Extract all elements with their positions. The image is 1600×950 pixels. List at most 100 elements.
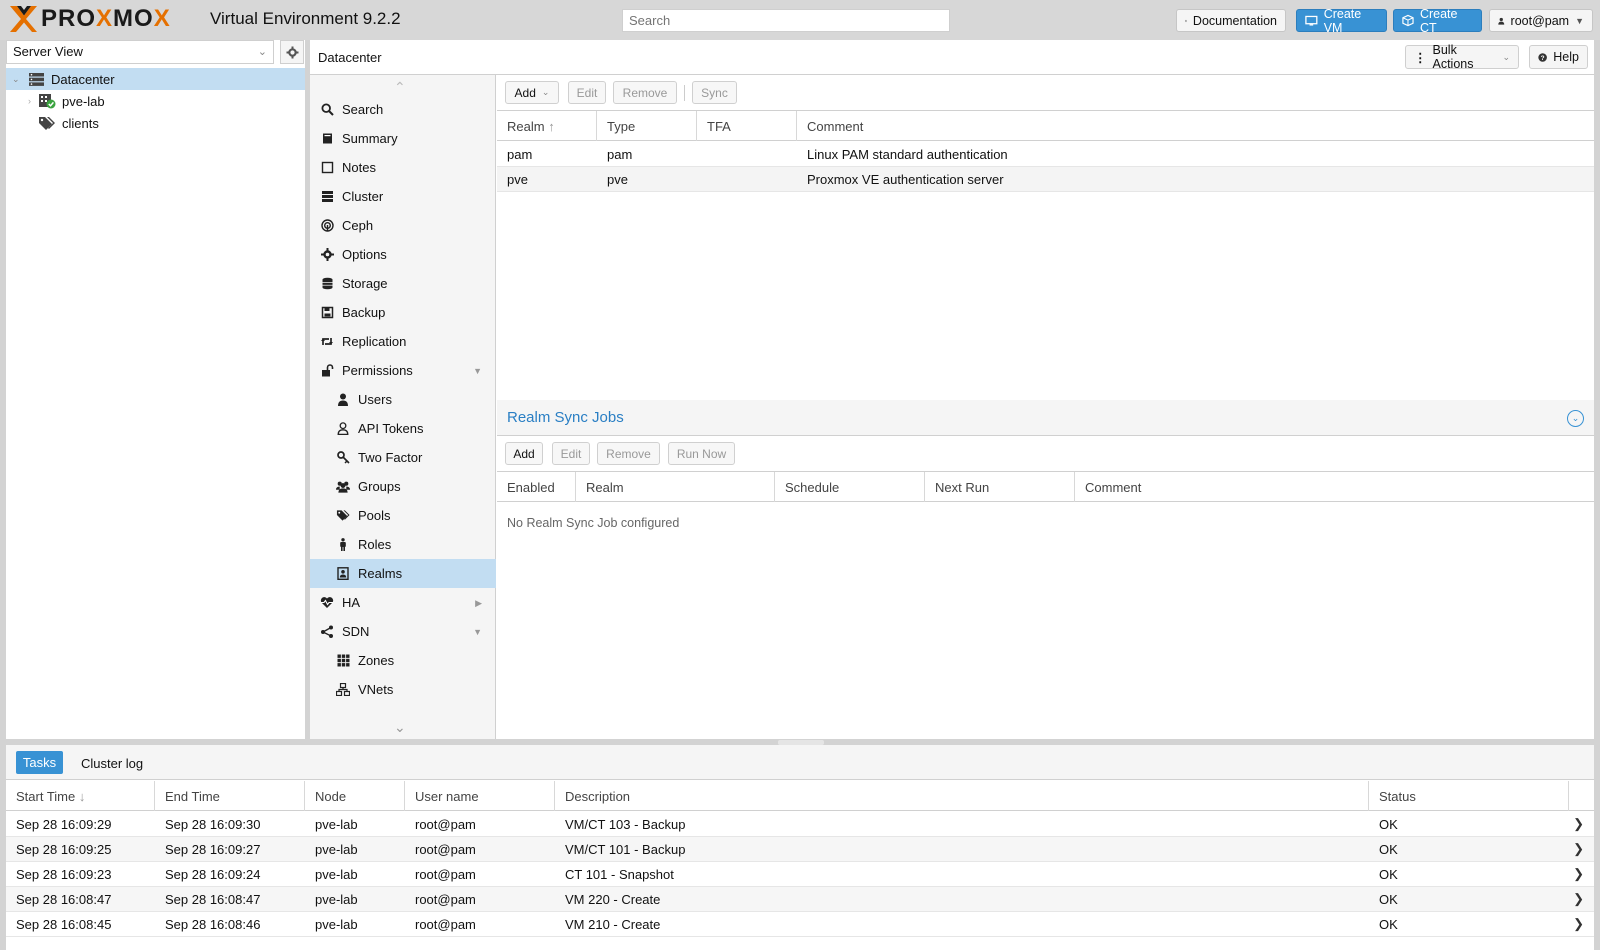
heartbeat-icon (320, 596, 334, 610)
caret-right-icon[interactable]: ▶ (475, 598, 482, 609)
tree-node-clients[interactable]: clients (6, 112, 305, 134)
tab-cluster-log[interactable]: Cluster log (81, 756, 143, 771)
question-circle-icon: ? (1538, 52, 1547, 61)
menu-item-ceph[interactable]: Ceph (310, 211, 496, 240)
chevron-right-icon[interactable]: ❯ (1573, 866, 1584, 882)
cell-start-time: Sep 28 16:08:47 (16, 891, 112, 907)
table-row[interactable]: pve pve Proxmox VE authentication server (497, 167, 1594, 192)
realm-sync-label: Sync (701, 85, 728, 100)
realm-sync-button[interactable]: Sync (692, 81, 737, 104)
view-settings-button[interactable] (280, 40, 304, 64)
menu-item-zones[interactable]: Zones (310, 646, 496, 675)
sync-job-run-now-button[interactable]: Run Now (668, 442, 735, 465)
menu-item-roles[interactable]: Roles (310, 530, 496, 559)
table-row[interactable]: pam pam Linux PAM standard authenticatio… (497, 142, 1594, 167)
user-menu-button[interactable]: root@pam ▼ (1489, 9, 1593, 32)
menu-item-notes[interactable]: Notes (310, 153, 496, 182)
chevron-right-icon[interactable]: ❯ (1573, 816, 1584, 832)
column-header-enabled[interactable]: Enabled (497, 472, 576, 502)
server-icon (320, 190, 334, 204)
menu-item-label: VNets (358, 682, 394, 697)
column-header-user-name[interactable]: User name (405, 781, 555, 811)
column-header-description[interactable]: Description (555, 781, 1369, 811)
column-header-tfa[interactable]: TFA (697, 111, 797, 141)
chevron-right-icon[interactable]: ❯ (1573, 916, 1584, 932)
expand-toggle-icon[interactable]: ⌄ (12, 74, 22, 85)
tasks-tabbar: Tasks Cluster log (6, 745, 1594, 780)
menu-item-backup[interactable]: Backup (310, 298, 496, 327)
sync-job-add-button[interactable]: Add (505, 442, 543, 465)
menu-item-two-factor[interactable]: Two Factor (310, 443, 496, 472)
realm-add-label: Add (514, 85, 536, 100)
menu-item-users[interactable]: Users (310, 385, 496, 414)
menu-item-sdn[interactable]: SDN ▼ (310, 617, 496, 646)
create-vm-button[interactable]: Create VM (1296, 7, 1387, 35)
view-selector[interactable]: Server View ⌄ (6, 40, 274, 64)
menu-item-realms[interactable]: Realms (310, 559, 496, 588)
tree-node-label: pve-lab (62, 93, 105, 109)
global-search-input[interactable] (622, 9, 950, 32)
cell-start-time: Sep 28 16:09:29 (16, 816, 112, 832)
realm-remove-label: Remove (622, 85, 668, 100)
realm-remove-button[interactable]: Remove (613, 81, 677, 104)
tree-node-pve-lab[interactable]: › pve-lab (6, 90, 305, 112)
column-header-realm[interactable]: Realm ↑ (497, 111, 597, 141)
cell-node: pve-lab (315, 841, 358, 857)
realm-sync-jobs-header: Realm Sync Jobs ⌄ (497, 400, 1594, 436)
menu-item-replication[interactable]: Replication (310, 327, 496, 356)
table-row[interactable]: Sep 28 16:09:29 Sep 28 16:09:30 pve-lab roo… (6, 812, 1594, 837)
menu-item-search[interactable]: Search (310, 95, 496, 124)
menu-item-ha[interactable]: HA ▶ (310, 588, 496, 617)
caret-down-icon[interactable]: ▼ (473, 366, 482, 376)
menu-item-api-tokens[interactable]: API Tokens (310, 414, 496, 443)
menu-item-storage[interactable]: Storage (310, 269, 496, 298)
menu-item-groups[interactable]: Groups (310, 472, 496, 501)
menu-item-summary[interactable]: Summary (310, 124, 496, 153)
scroll-up-icon[interactable]: ⌃ (394, 79, 406, 96)
sdn-icon (320, 625, 334, 639)
column-header-schedule[interactable]: Schedule (775, 472, 925, 502)
column-header-start-time[interactable]: Start Time ↓ (6, 781, 155, 811)
table-row[interactable]: Sep 28 16:08:45 Sep 28 16:08:46 pve-lab roo… (6, 912, 1594, 937)
create-ct-button[interactable]: Create CT (1393, 7, 1482, 35)
menu-item-permissions[interactable]: Permissions ▼ (310, 356, 496, 385)
expand-toggle-icon[interactable]: › (28, 96, 38, 106)
menu-item-cluster[interactable]: Cluster (310, 182, 496, 211)
column-header-realm[interactable]: Realm (576, 472, 775, 502)
cell-user-name: root@pam (415, 891, 476, 907)
column-header-node[interactable]: Node (305, 781, 405, 811)
menu-item-options[interactable]: Options (310, 240, 496, 269)
bulk-actions-button[interactable]: ⋮ Bulk Actions ⌄ (1405, 43, 1519, 71)
column-header-end-time[interactable]: End Time (155, 781, 305, 811)
tree-node-label: clients (62, 115, 99, 131)
chevron-right-icon[interactable]: ❯ (1573, 841, 1584, 857)
documentation-button[interactable]: Documentation (1176, 9, 1286, 32)
sync-job-edit-button[interactable]: Edit (552, 442, 590, 465)
tree-node-datacenter[interactable]: ⌄ Datacenter (6, 68, 305, 90)
table-row[interactable]: Sep 28 16:09:25 Sep 28 16:09:27 pve-lab roo… (6, 837, 1594, 862)
realm-edit-button[interactable]: Edit (568, 81, 606, 104)
menu-item-vnets[interactable]: VNets (310, 675, 496, 704)
column-header-type[interactable]: Type (597, 111, 697, 141)
tab-tasks[interactable]: Tasks (16, 751, 63, 774)
column-header-comment[interactable]: Comment (797, 111, 1594, 141)
realm-add-button[interactable]: Add ⌄ (505, 81, 559, 104)
column-header-status[interactable]: Status (1369, 781, 1569, 811)
menu-item-label: Options (342, 247, 387, 262)
table-row[interactable]: Sep 28 16:08:47 Sep 28 16:08:47 pve-lab roo… (6, 887, 1594, 912)
ceph-icon (320, 219, 334, 233)
cell-description: CT 101 - Snapshot (565, 866, 674, 882)
scroll-down-icon[interactable]: ⌄ (394, 719, 406, 736)
sync-job-remove-button[interactable]: Remove (597, 442, 660, 465)
cell-realm: pve (507, 171, 528, 187)
collapse-toggle-icon[interactable]: ⌄ (1567, 410, 1584, 427)
column-header-comment[interactable]: Comment (1075, 472, 1594, 502)
grid-icon (336, 654, 350, 668)
caret-down-icon[interactable]: ▼ (473, 627, 482, 637)
svg-text:?: ? (1541, 54, 1545, 61)
chevron-right-icon[interactable]: ❯ (1573, 891, 1584, 907)
menu-item-pools[interactable]: Pools (310, 501, 496, 530)
table-row[interactable]: Sep 28 16:09:23 Sep 28 16:09:24 pve-lab roo… (6, 862, 1594, 887)
help-button[interactable]: ? Help (1529, 45, 1588, 69)
column-header-next-run[interactable]: Next Run (925, 472, 1075, 502)
